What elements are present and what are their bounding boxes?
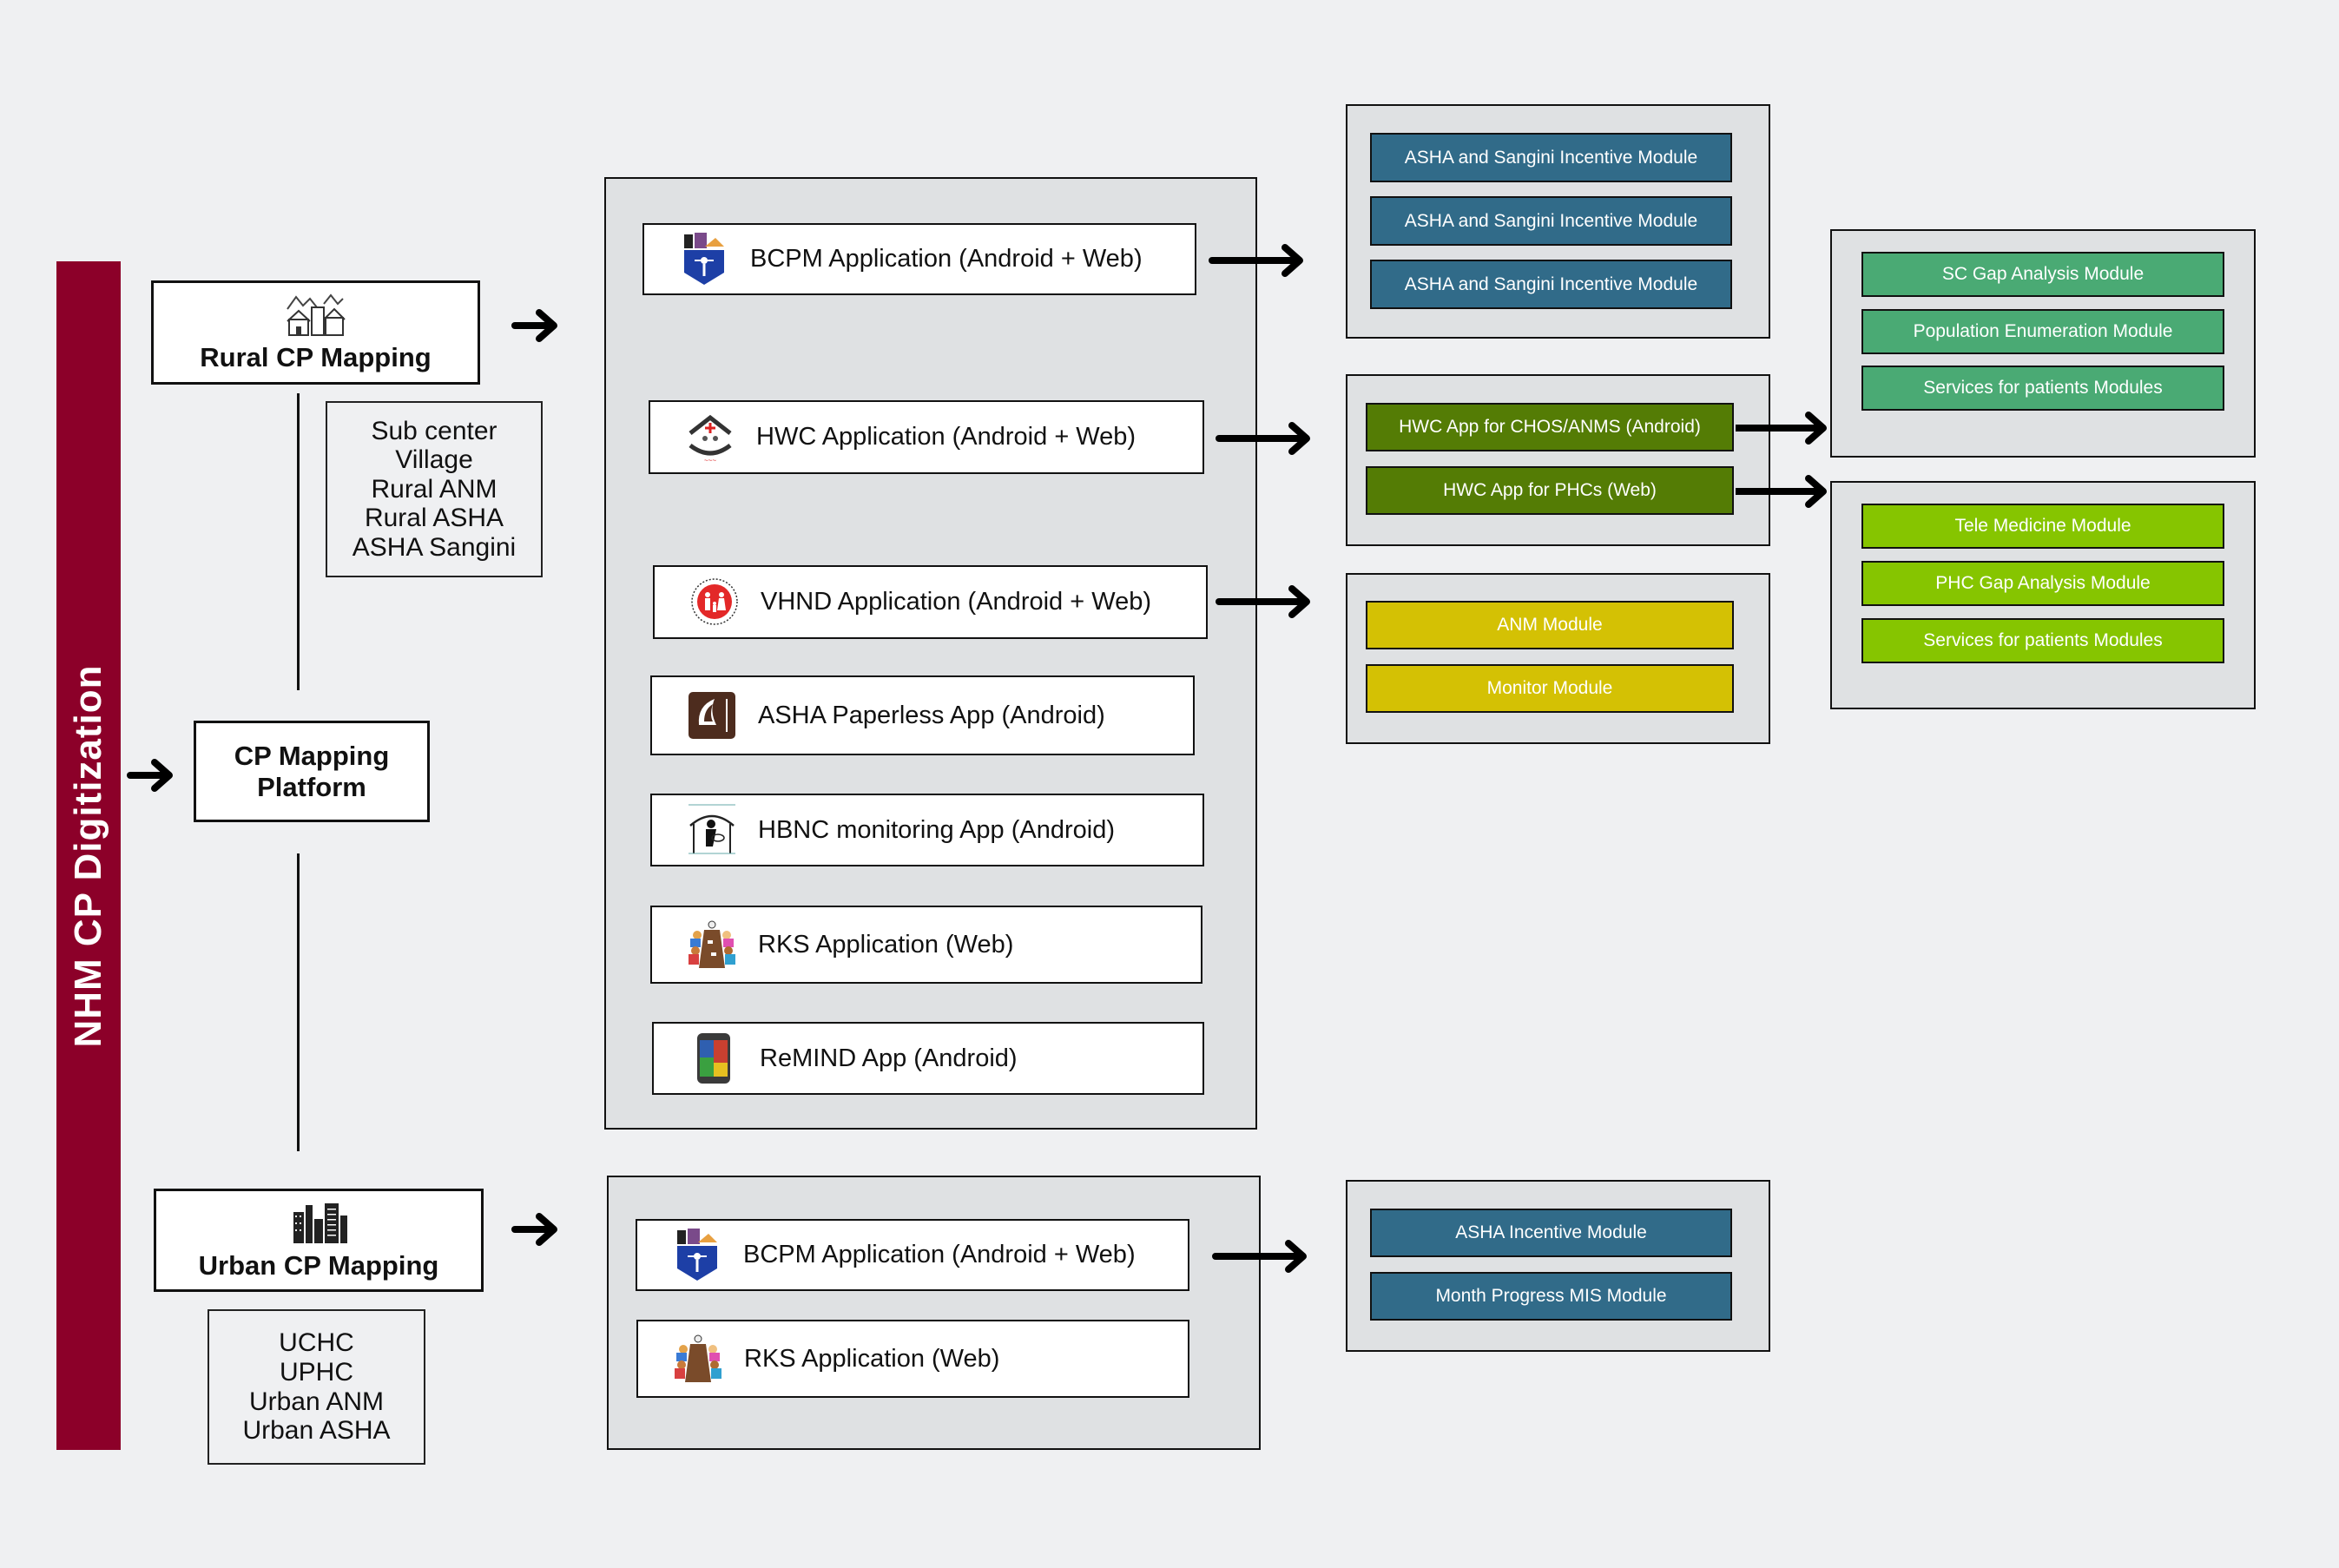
app-vhnd[interactable]: VHND Application (Android + Web): [653, 565, 1208, 639]
nhm-logo-icon: [691, 577, 738, 625]
app-label: BCPM Application (Android + Web): [743, 1241, 1136, 1268]
urban-title: Urban CP Mapping: [198, 1249, 439, 1281]
bcpm-logo-icon: [677, 1228, 717, 1281]
city-buildings-icon: [293, 1202, 347, 1243]
app-label: VHND Application (Android + Web): [761, 588, 1151, 616]
app-label: RKS Application (Web): [744, 1344, 1000, 1373]
app-remind[interactable]: ReMIND App (Android): [652, 1022, 1204, 1095]
app-bcpm-urban[interactable]: BCPM Application (Android + Web): [636, 1219, 1189, 1291]
arrow-right-icon: [1216, 422, 1310, 455]
module-asha-sangini-incentive[interactable]: ASHA and Sangini Incentive Module: [1370, 260, 1732, 309]
platform-title-line2: Platform: [257, 771, 366, 802]
arrow-right-icon: [1736, 412, 1827, 445]
urban-entity: UPHC: [279, 1357, 353, 1387]
arrow-right-icon: [127, 759, 173, 792]
module-services-for-patients[interactable]: Services for patients Modules: [1861, 618, 2224, 663]
module-asha-sangini-incentive[interactable]: ASHA and Sangini Incentive Module: [1370, 133, 1732, 182]
module-sc-gap-analysis[interactable]: SC Gap Analysis Module: [1861, 252, 2224, 297]
hbnc-mother-child-icon: [689, 804, 735, 854]
module-hwc-chos-anms[interactable]: HWC App for CHOS/ANMS (Android): [1366, 403, 1734, 451]
urban-entity: Urban ASHA: [242, 1416, 391, 1446]
urban-apps-panel: [607, 1176, 1261, 1450]
hwc-logo-icon: ~~~: [689, 414, 732, 464]
sidebar-title: NHM CP Digitization: [67, 663, 109, 1048]
module-asha-sangini-incentive[interactable]: ASHA and Sangini Incentive Module: [1370, 196, 1732, 246]
app-label: ReMIND App (Android): [760, 1044, 1018, 1072]
rural-entity: Rural ANM: [371, 474, 497, 504]
connector-line-rural: [297, 393, 300, 690]
vhnd-modules-panel: [1346, 573, 1770, 744]
module-month-progress-mis[interactable]: Month Progress MIS Module: [1370, 1272, 1732, 1321]
urban-entity: UCHC: [279, 1328, 354, 1358]
module-phc-gap-analysis[interactable]: PHC Gap Analysis Module: [1861, 561, 2224, 606]
app-label: HWC Application (Android + Web): [756, 423, 1137, 451]
platform-title-line1: CP Mapping: [234, 740, 390, 771]
arrow-right-icon: [1736, 475, 1827, 508]
rks-meeting-icon: [689, 920, 735, 968]
module-anm[interactable]: ANM Module: [1366, 601, 1734, 649]
app-hwc[interactable]: ~~~ HWC Application (Android + Web): [649, 400, 1204, 474]
svg-text:~~~: ~~~: [704, 457, 716, 464]
app-label: ASHA Paperless App (Android): [758, 701, 1105, 729]
app-rks-urban[interactable]: RKS Application (Web): [636, 1320, 1189, 1398]
bcpm-urban-modules-panel: [1346, 1180, 1770, 1352]
app-asha-paperless[interactable]: ASHA Paperless App (Android): [650, 675, 1195, 755]
urban-entities-list: UCHC UPHC Urban ANM Urban ASHA: [208, 1309, 425, 1465]
module-tele-medicine[interactable]: Tele Medicine Module: [1861, 504, 2224, 549]
module-monitor[interactable]: Monitor Module: [1366, 664, 1734, 713]
arrow-right-icon: [511, 309, 557, 342]
remind-phone-icon: [697, 1033, 730, 1084]
module-hwc-phcs[interactable]: HWC App for PHCs (Web): [1366, 466, 1734, 515]
urban-cp-mapping-box[interactable]: Urban CP Mapping: [154, 1189, 484, 1292]
app-rks-rural[interactable]: RKS Application (Web): [650, 906, 1202, 984]
arrow-right-icon: [511, 1213, 557, 1246]
arrow-right-icon: [1216, 585, 1310, 618]
app-bcpm-rural[interactable]: BCPM Application (Android + Web): [642, 223, 1196, 295]
village-houses-icon: [286, 293, 346, 337]
app-label: HBNC monitoring App (Android): [758, 815, 1116, 844]
arrow-right-icon: [1209, 244, 1303, 277]
sidebar-banner: NHM CP Digitization: [56, 261, 121, 1450]
asha-paperless-icon: [689, 692, 735, 739]
app-hbnc[interactable]: HBNC monitoring App (Android): [650, 794, 1204, 866]
hwc-modules-panel: [1346, 374, 1770, 546]
module-population-enumeration[interactable]: Population Enumeration Module: [1861, 309, 2224, 354]
rural-cp-mapping-box[interactable]: Rural CP Mapping: [151, 280, 480, 385]
rks-meeting-icon: [675, 1334, 721, 1382]
cp-mapping-platform-box[interactable]: CP Mapping Platform: [194, 721, 430, 822]
module-asha-incentive[interactable]: ASHA Incentive Module: [1370, 1209, 1732, 1257]
rural-apps-panel: [604, 177, 1257, 1130]
urban-entity: Urban ANM: [248, 1387, 385, 1416]
rural-title: Rural CP Mapping: [200, 342, 432, 373]
app-label: BCPM Application (Android + Web): [750, 245, 1143, 273]
rural-entity: Village: [395, 445, 473, 475]
arrow-right-icon: [1212, 1240, 1307, 1273]
connector-line-urban: [297, 853, 300, 1151]
app-label: RKS Application (Web): [758, 930, 1014, 959]
rural-entities-list: Sub center Village Rural ANM Rural ASHA …: [326, 401, 543, 577]
module-services-for-patients[interactable]: Services for patients Modules: [1861, 366, 2224, 411]
bcpm-logo-icon: [684, 232, 724, 285]
rural-entity: Rural ASHA: [364, 504, 504, 533]
rural-entity: ASHA Sangini: [352, 532, 517, 562]
rural-entity: Sub center: [371, 416, 497, 445]
